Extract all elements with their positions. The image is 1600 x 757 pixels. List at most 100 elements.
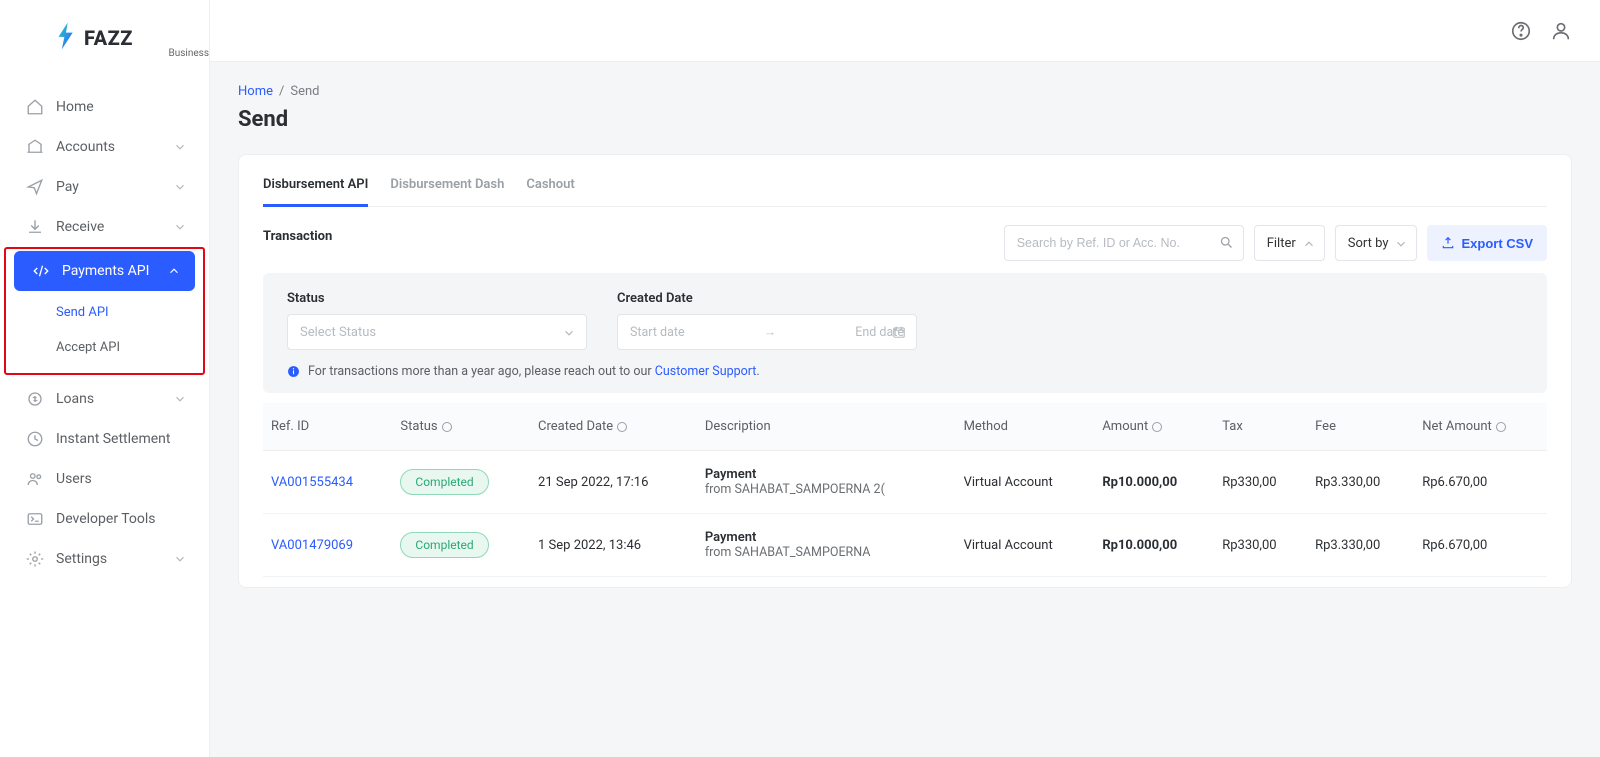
start-date-placeholder: Start date [630, 325, 685, 340]
table-row: VA001479069 Completed 1 Sep 2022, 13:46 … [263, 514, 1547, 577]
sort-select[interactable]: Sort by [1335, 225, 1418, 261]
sidebar-item-label: Receive [56, 219, 104, 235]
highlight-annotation: Payments API Send API Accept API [4, 247, 205, 375]
send-icon [26, 178, 44, 196]
home-icon [26, 98, 44, 116]
sidebar-subitem-accept-api[interactable]: Accept API [6, 330, 203, 365]
help-icon[interactable] [1510, 20, 1532, 42]
sidebar-item-accounts[interactable]: Accounts [0, 127, 209, 167]
ref-id-link[interactable]: VA001479069 [271, 538, 353, 553]
cell-net: Rp6.670,00 [1414, 514, 1547, 577]
sidebar-item-loans[interactable]: Loans [0, 379, 209, 419]
sidebar-item-label: Settings [56, 551, 107, 567]
chevron-up-icon [1302, 237, 1316, 251]
cell-method: Virtual Account [956, 451, 1095, 514]
sidebar-item-payments-api[interactable]: Payments API [14, 251, 195, 291]
terminal-icon [26, 510, 44, 528]
card: Disbursement API Disbursement Dash Casho… [238, 154, 1572, 588]
created-date-label: Created Date [617, 291, 917, 306]
topbar [210, 0, 1600, 62]
tab-disbursement-dash[interactable]: Disbursement Dash [390, 167, 504, 207]
logo-text: FAZZ [84, 26, 133, 50]
sidebar-item-label: Payments API [62, 263, 149, 279]
cell-net: Rp6.670,00 [1414, 451, 1547, 514]
th-status: Status [392, 403, 530, 451]
sidebar-item-label: Accounts [56, 139, 115, 155]
sidebar-item-users[interactable]: Users [0, 459, 209, 499]
cell-fee: Rp3.330,00 [1307, 451, 1414, 514]
cell-amount: Rp10.000,00 [1094, 451, 1214, 514]
search-input[interactable] [1004, 225, 1244, 261]
sidebar-item-instant-settlement[interactable]: Instant Settlement [0, 419, 209, 459]
chevron-up-icon [167, 264, 181, 278]
section-label: Transaction [263, 229, 332, 244]
breadcrumb-sep: / [279, 84, 284, 99]
customer-support-link[interactable]: Customer Support [655, 364, 757, 379]
sidebar-item-developer-tools[interactable]: Developer Tools [0, 499, 209, 539]
cell-method: Virtual Account [956, 514, 1095, 577]
sidebar-item-label: Users [56, 471, 92, 487]
th-tax: Tax [1214, 403, 1307, 451]
search-box [1004, 225, 1244, 261]
logo[interactable]: FAZZ Business [0, 0, 209, 77]
th-ref: Ref. ID [263, 403, 392, 451]
chevron-down-icon [173, 552, 187, 566]
th-method: Method [956, 403, 1095, 451]
sidebar-item-label: Loans [56, 391, 94, 407]
gear-icon [26, 550, 44, 568]
profile-icon[interactable] [1550, 20, 1572, 42]
breadcrumb-home-link[interactable]: Home [238, 84, 273, 99]
cell-created: 1 Sep 2022, 13:46 [530, 514, 697, 577]
breadcrumb-current: Send [290, 84, 319, 99]
chevron-down-icon [173, 392, 187, 406]
status-select[interactable]: Select Status [287, 314, 587, 350]
info-line: For transactions more than a year ago, p… [287, 364, 1523, 379]
th-created: Created Date [530, 403, 697, 451]
th-amount: Amount [1094, 403, 1214, 451]
api-icon [32, 262, 50, 280]
filter-select[interactable]: Filter [1254, 225, 1325, 261]
chevron-down-icon [1394, 237, 1408, 251]
cell-amount: Rp10.000,00 [1094, 514, 1214, 577]
filter-panel: Status Select Status Created Date Start … [263, 273, 1547, 393]
sidebar-item-receive[interactable]: Receive [0, 207, 209, 247]
tabs: Disbursement API Disbursement Dash Casho… [263, 155, 1547, 207]
cell-fee: Rp3.330,00 [1307, 514, 1414, 577]
nav: Home Accounts Pay Re [0, 77, 209, 589]
th-desc: Description [697, 403, 956, 451]
status-badge: Completed [400, 469, 488, 495]
users-icon [26, 470, 44, 488]
help-icon[interactable] [441, 421, 453, 433]
sidebar: FAZZ Business Home Accounts [0, 0, 210, 757]
cell-tax: Rp330,00 [1214, 451, 1307, 514]
bolt-icon [56, 22, 76, 50]
chevron-down-icon [562, 326, 576, 340]
sidebar-item-home[interactable]: Home [0, 87, 209, 127]
date-range-picker[interactable]: Start date → End date [617, 314, 917, 350]
help-icon[interactable] [1495, 421, 1507, 433]
cell-tax: Rp330,00 [1214, 514, 1307, 577]
cell-desc: Paymentfrom SAHABAT_SAMPOERNA [697, 514, 956, 577]
sidebar-item-settings[interactable]: Settings [0, 539, 209, 579]
ref-id-link[interactable]: VA001555434 [271, 475, 353, 490]
export-csv-button[interactable]: Export CSV [1427, 225, 1547, 261]
sidebar-subitem-send-api[interactable]: Send API [6, 295, 203, 330]
th-fee: Fee [1307, 403, 1414, 451]
breadcrumb: Home / Send [238, 84, 1572, 99]
arrow-right-icon: → [693, 325, 848, 340]
info-icon [287, 365, 300, 378]
sidebar-item-pay[interactable]: Pay [0, 167, 209, 207]
status-label: Status [287, 291, 587, 306]
calendar-icon [892, 325, 906, 339]
export-icon [1441, 236, 1455, 250]
tab-disbursement-api[interactable]: Disbursement API [263, 167, 368, 207]
page-title: Send [238, 107, 1572, 132]
help-icon[interactable] [616, 421, 628, 433]
tab-cashout[interactable]: Cashout [526, 167, 574, 207]
help-icon[interactable] [1151, 421, 1163, 433]
table-row: VA001555434 Completed 21 Sep 2022, 17:16… [263, 451, 1547, 514]
transactions-table: Ref. ID Status Created Date Description … [263, 403, 1547, 577]
status-badge: Completed [400, 532, 488, 558]
chevron-down-icon [173, 140, 187, 154]
sidebar-item-label: Developer Tools [56, 511, 156, 527]
